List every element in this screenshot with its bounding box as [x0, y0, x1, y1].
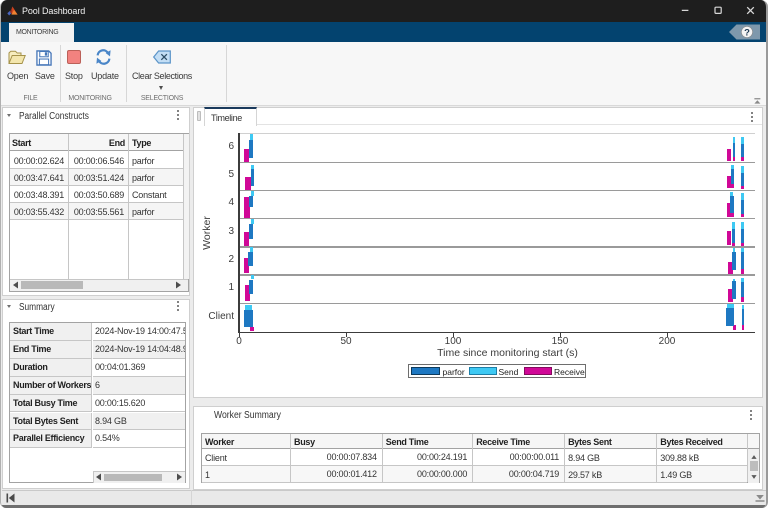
svg-text:?: ?: [744, 27, 750, 38]
